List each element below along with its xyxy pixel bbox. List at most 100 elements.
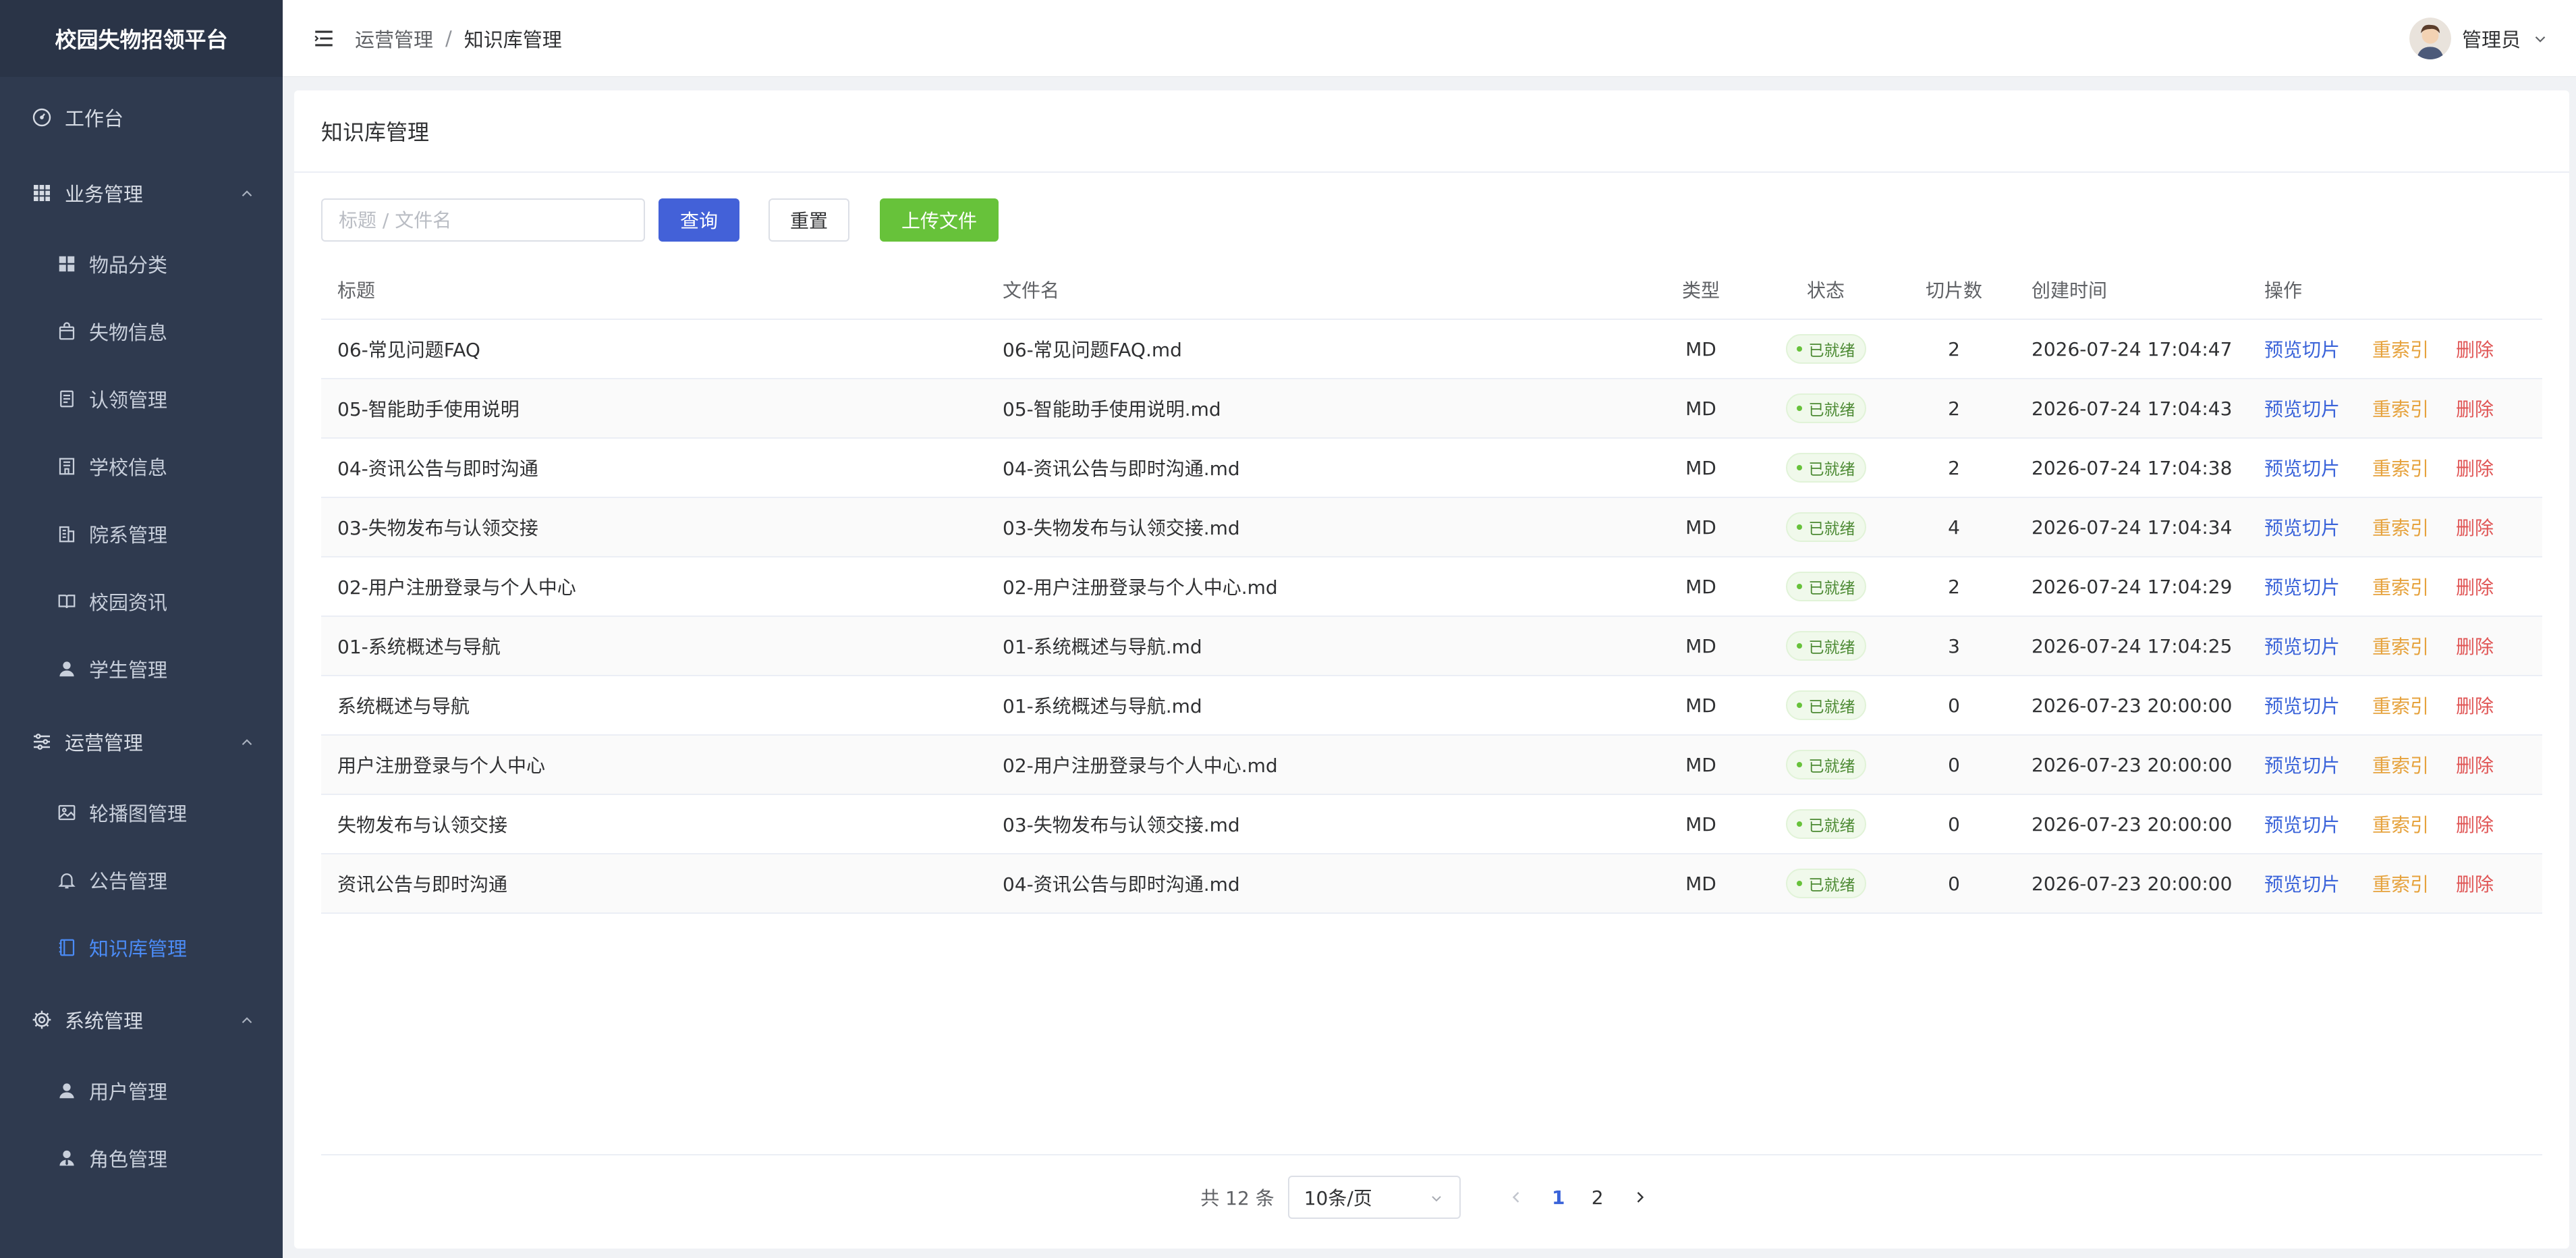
cell-slices: 3 bbox=[1948, 634, 1960, 657]
user-menu[interactable]: 管理员 bbox=[2409, 0, 2549, 77]
preview-slices-link[interactable]: 预览切片 bbox=[2264, 811, 2340, 838]
cell-type: MD bbox=[1685, 634, 1716, 657]
sidebar-group-label: 业务管理 bbox=[65, 183, 144, 206]
sidebar-group-business[interactable]: 业务管理 bbox=[0, 159, 283, 227]
sidebar-item-claims[interactable]: 认领管理 bbox=[0, 365, 283, 433]
sidebar-item-announcements[interactable]: 公告管理 bbox=[0, 846, 283, 914]
status-badge: 已就绪 bbox=[1785, 690, 1866, 720]
delete-link[interactable]: 删除 bbox=[2456, 454, 2494, 481]
bag-icon bbox=[57, 321, 77, 341]
cell-title: 系统概述与导航 bbox=[337, 695, 470, 717]
breadcrumb: 运营管理 / 知识库管理 bbox=[355, 0, 562, 77]
reindex-link[interactable]: 重索引 bbox=[2372, 632, 2429, 659]
reindex-link[interactable]: 重索引 bbox=[2372, 692, 2429, 719]
status-badge: 已就绪 bbox=[1785, 750, 1866, 780]
menu-toggle-icon[interactable] bbox=[312, 27, 335, 50]
reindex-link[interactable]: 重索引 bbox=[2372, 514, 2429, 541]
sidebar-item-label: 失物信息 bbox=[89, 321, 168, 344]
delete-link[interactable]: 删除 bbox=[2456, 692, 2494, 719]
cell-filename: 04-资讯公告与即时沟通.md bbox=[1003, 458, 1240, 480]
table-row: 04-资讯公告与即时沟通 04-资讯公告与即时沟通.md MD 已就绪 2 20… bbox=[321, 439, 2542, 498]
sidebar-item-label: 用户管理 bbox=[89, 1081, 168, 1103]
status-badge: 已就绪 bbox=[1785, 334, 1866, 364]
reset-button[interactable]: 重置 bbox=[768, 198, 849, 242]
preview-slices-link[interactable]: 预览切片 bbox=[2264, 454, 2340, 481]
sidebar-item-users[interactable]: 用户管理 bbox=[0, 1057, 283, 1124]
page-number-2[interactable]: 2 bbox=[1584, 1186, 1612, 1209]
status-badge: 已就绪 bbox=[1785, 512, 1866, 542]
sidebar-item-category[interactable]: 物品分类 bbox=[0, 230, 283, 298]
status-dot-icon bbox=[1796, 584, 1802, 589]
sidebar-item-campus-news[interactable]: 校园资讯 bbox=[0, 568, 283, 635]
sidebar-item-roles[interactable]: 角色管理 bbox=[0, 1124, 283, 1192]
preview-slices-link[interactable]: 预览切片 bbox=[2264, 751, 2340, 778]
sidebar-item-knowledge-base[interactable]: 知识库管理 bbox=[0, 914, 283, 981]
upload-button[interactable]: 上传文件 bbox=[880, 198, 999, 242]
status-text: 已就绪 bbox=[1808, 520, 1855, 538]
sidebar-item-workbench[interactable]: 工作台 bbox=[0, 84, 283, 151]
sidebar-item-students[interactable]: 学生管理 bbox=[0, 635, 283, 703]
table-row: 03-失物发布与认领交接 03-失物发布与认领交接.md MD 已就绪 4 20… bbox=[321, 498, 2542, 557]
breadcrumb-item-operations[interactable]: 运营管理 bbox=[355, 24, 433, 53]
delete-link[interactable]: 删除 bbox=[2456, 751, 2494, 778]
cell-slices: 0 bbox=[1948, 694, 1960, 717]
sidebar-item-department[interactable]: 院系管理 bbox=[0, 500, 283, 568]
reindex-link[interactable]: 重索引 bbox=[2372, 454, 2429, 481]
reindex-link[interactable]: 重索引 bbox=[2372, 395, 2429, 422]
reindex-link[interactable]: 重索引 bbox=[2372, 335, 2429, 362]
sidebar-group-label: 系统管理 bbox=[65, 1010, 144, 1033]
bell-icon bbox=[57, 870, 77, 890]
notebook-icon bbox=[57, 937, 77, 958]
reindex-link[interactable]: 重索引 bbox=[2372, 870, 2429, 897]
cell-status: 已就绪 bbox=[1779, 795, 1873, 853]
prev-page-icon[interactable] bbox=[1507, 1188, 1525, 1207]
delete-link[interactable]: 删除 bbox=[2456, 395, 2494, 422]
school-icon bbox=[57, 456, 77, 476]
cell-title: 失物发布与认领交接 bbox=[337, 814, 508, 836]
chevron-up-icon bbox=[238, 733, 256, 750]
page-size-select[interactable]: 10条/页 bbox=[1287, 1176, 1461, 1219]
preview-slices-link[interactable]: 预览切片 bbox=[2264, 632, 2340, 659]
delete-link[interactable]: 删除 bbox=[2456, 514, 2494, 541]
search-input[interactable] bbox=[321, 198, 645, 242]
cell-created: 2026-07-24 17:04:38 bbox=[2032, 456, 2233, 479]
chevron-up-icon bbox=[238, 1011, 256, 1029]
cell-created: 2026-07-23 20:00:00 bbox=[2032, 753, 2233, 776]
delete-link[interactable]: 删除 bbox=[2456, 573, 2494, 600]
query-button[interactable]: 查询 bbox=[659, 198, 739, 242]
column-header-status: 状态 bbox=[1806, 279, 1845, 302]
sidebar-item-carousel[interactable]: 轮播图管理 bbox=[0, 779, 283, 846]
preview-slices-link[interactable]: 预览切片 bbox=[2264, 870, 2340, 897]
sidebar-item-school[interactable]: 学校信息 bbox=[0, 433, 283, 500]
cell-actions: 预览切片 重索引 删除 bbox=[2264, 557, 2494, 616]
preview-slices-link[interactable]: 预览切片 bbox=[2264, 692, 2340, 719]
delete-link[interactable]: 删除 bbox=[2456, 870, 2494, 897]
cell-title: 资讯公告与即时沟通 bbox=[337, 873, 508, 896]
sidebar-item-lost-info[interactable]: 失物信息 bbox=[0, 298, 283, 365]
sidebar: 校园失物招领平台 工作台 业务管理 物品分类 失物信息 认领管理 学校信息 院系… bbox=[0, 0, 283, 1258]
next-page-icon[interactable] bbox=[1631, 1188, 1650, 1207]
status-dot-icon bbox=[1796, 643, 1802, 649]
preview-slices-link[interactable]: 预览切片 bbox=[2264, 573, 2340, 600]
preview-slices-link[interactable]: 预览切片 bbox=[2264, 514, 2340, 541]
sidebar-group-operations[interactable]: 运营管理 bbox=[0, 708, 283, 775]
page-size-value: 10条/页 bbox=[1304, 1187, 1372, 1209]
cell-status: 已就绪 bbox=[1779, 439, 1873, 497]
cell-title: 02-用户注册登录与个人中心 bbox=[337, 576, 576, 599]
status-badge: 已就绪 bbox=[1785, 869, 1866, 898]
cell-status: 已就绪 bbox=[1779, 498, 1873, 556]
preview-slices-link[interactable]: 预览切片 bbox=[2264, 335, 2340, 362]
sidebar-group-system[interactable]: 系统管理 bbox=[0, 986, 283, 1054]
delete-link[interactable]: 删除 bbox=[2456, 335, 2494, 362]
status-text: 已就绪 bbox=[1808, 699, 1855, 716]
page-number-1[interactable]: 1 bbox=[1544, 1186, 1573, 1209]
cell-title: 03-失物发布与认领交接 bbox=[337, 517, 538, 539]
reindex-link[interactable]: 重索引 bbox=[2372, 573, 2429, 600]
delete-link[interactable]: 删除 bbox=[2456, 632, 2494, 659]
delete-link[interactable]: 删除 bbox=[2456, 811, 2494, 838]
cell-actions: 预览切片 重索引 删除 bbox=[2264, 498, 2494, 556]
reindex-link[interactable]: 重索引 bbox=[2372, 811, 2429, 838]
preview-slices-link[interactable]: 预览切片 bbox=[2264, 395, 2340, 422]
reindex-link[interactable]: 重索引 bbox=[2372, 751, 2429, 778]
cell-filename: 05-智能助手使用说明.md bbox=[1003, 398, 1221, 420]
